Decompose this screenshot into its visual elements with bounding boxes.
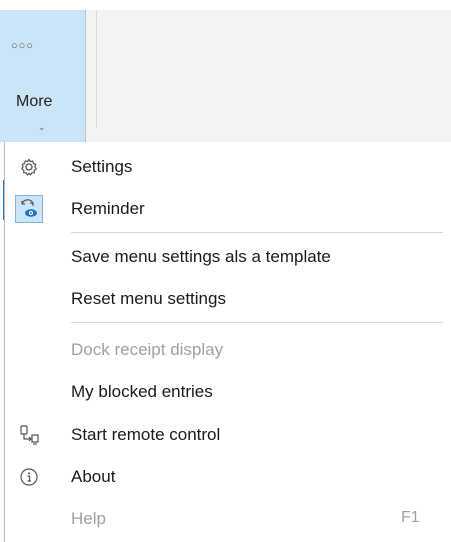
menu-item-reset-settings[interactable]: Reset menu settings bbox=[5, 282, 451, 316]
menu-item-label: Dock receipt display bbox=[71, 340, 224, 359]
menu-item-save-template[interactable]: Save menu settings als a template bbox=[5, 240, 451, 274]
menu-item-label: My blocked entries bbox=[71, 382, 213, 401]
menu-item-dock-receipt: Dock receipt display bbox=[5, 333, 451, 367]
menu-item-label: Settings bbox=[71, 157, 133, 176]
more-dots-icon: ○○○ bbox=[11, 40, 34, 52]
menu-item-label: About bbox=[71, 467, 116, 486]
ribbon-divider bbox=[96, 10, 97, 128]
menu-item-settings[interactable]: Settings bbox=[5, 150, 451, 184]
more-button-label: More bbox=[16, 93, 53, 110]
menu-item-help: Help F1 bbox=[5, 502, 451, 536]
shortcut-label: F1 bbox=[401, 509, 420, 526]
menu-item-blocked-entries[interactable]: My blocked entries bbox=[5, 375, 451, 409]
menu-separator bbox=[71, 322, 443, 323]
ribbon: ○○○ More ⌄ bbox=[0, 0, 451, 142]
menu-item-label: Reset menu settings bbox=[71, 289, 226, 308]
menu-item-about[interactable]: About bbox=[5, 460, 451, 494]
more-button[interactable]: ○○○ More ⌄ bbox=[0, 10, 86, 142]
menu-item-label: Help bbox=[71, 509, 106, 528]
menu-item-label: Save menu settings als a template bbox=[71, 247, 331, 266]
reminder-icon bbox=[15, 195, 43, 223]
menu-item-remote-control[interactable]: Start remote control bbox=[5, 418, 451, 452]
chevron-down-icon: ⌄ bbox=[38, 122, 46, 132]
remote-control-icon bbox=[15, 421, 43, 449]
gear-icon bbox=[15, 153, 43, 181]
more-dropdown-menu: Settings Reminder Save menu settings als… bbox=[4, 142, 451, 542]
menu-item-label: Start remote control bbox=[71, 425, 221, 444]
menu-separator bbox=[71, 232, 443, 233]
menu-item-reminder[interactable]: Reminder bbox=[5, 192, 451, 226]
info-icon bbox=[15, 463, 43, 491]
menu-item-label: Reminder bbox=[71, 199, 145, 218]
